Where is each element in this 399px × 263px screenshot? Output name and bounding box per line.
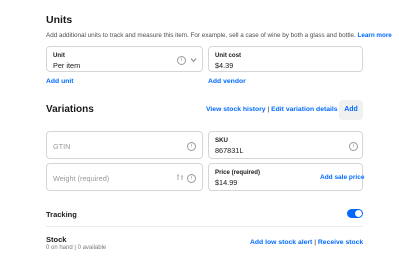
units-heading: Units: [46, 14, 73, 26]
info-icon[interactable]: i: [177, 56, 186, 65]
price-label: Price (required): [215, 169, 261, 176]
edit-variation-details-link[interactable]: Edit variation details: [271, 106, 337, 113]
receive-stock-link[interactable]: Receive stock: [318, 239, 363, 246]
view-stock-history-link[interactable]: View stock history: [206, 106, 266, 113]
add-variation-button[interactable]: Add: [339, 100, 363, 120]
unit-label: Unit: [53, 52, 65, 59]
add-low-stock-alert-link[interactable]: Add low stock alert: [250, 239, 312, 246]
unit-value: Per item: [53, 61, 81, 70]
weight-field[interactable]: Weight (required) i: [46, 163, 203, 191]
tracking-toggle[interactable]: [347, 209, 363, 218]
stock-actions: Add low stock alert | Receive stock: [250, 239, 363, 246]
sku-value: 867831L: [215, 146, 244, 155]
weight-placeholder: Weight (required): [53, 174, 110, 183]
unit-cost-label: Unit cost: [215, 52, 242, 59]
variations-heading: Variations: [46, 104, 94, 115]
gtin-placeholder: GTIN: [53, 142, 71, 151]
sku-label: SKU: [215, 137, 228, 144]
variation-actions: View stock history | Edit variation deta…: [206, 106, 338, 113]
sku-field[interactable]: SKU 867831L i: [208, 131, 363, 159]
scale-icon: [177, 174, 183, 180]
price-field[interactable]: Price (required) $14.99 Add sale price: [208, 163, 364, 191]
separator: |: [314, 239, 316, 246]
divider: [46, 226, 363, 227]
stock-heading: Stock: [46, 235, 67, 244]
add-unit-link[interactable]: Add unit: [46, 78, 74, 85]
unit-select[interactable]: Unit Per item i: [46, 46, 203, 72]
stock-summary: 0 on hand | 0 available: [46, 245, 107, 251]
gtin-field[interactable]: GTIN i: [46, 131, 203, 159]
price-value: $14.99: [215, 178, 238, 187]
info-icon[interactable]: i: [187, 174, 196, 183]
learn-more-link[interactable]: Learn more: [358, 32, 392, 39]
toggle-knob: [355, 210, 362, 217]
add-vendor-link[interactable]: Add vendor: [208, 78, 246, 85]
units-description: Add additional units to track and measur…: [46, 32, 392, 39]
unit-cost-value: $4.39: [215, 61, 234, 70]
separator: |: [267, 106, 270, 113]
unit-cost-field[interactable]: Unit cost $4.39: [208, 46, 363, 72]
add-sale-price-link[interactable]: Add sale price: [320, 174, 364, 181]
info-icon[interactable]: i: [349, 142, 358, 151]
chevron-down-icon[interactable]: [190, 57, 197, 63]
info-icon[interactable]: i: [187, 142, 196, 151]
units-description-text: Add additional units to track and measur…: [46, 32, 356, 39]
tracking-label: Tracking: [46, 210, 77, 219]
